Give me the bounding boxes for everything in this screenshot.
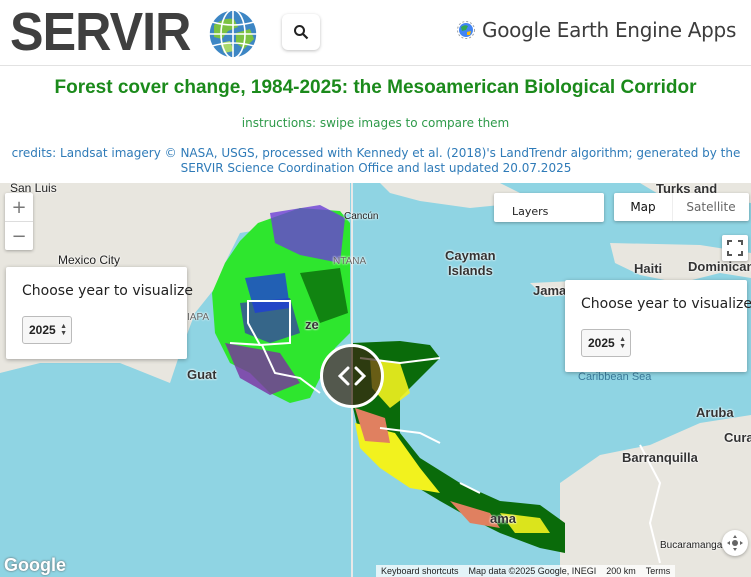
google-logo: Google: [4, 555, 66, 575]
layers-dropdown[interactable]: Layers: [494, 193, 604, 222]
year-value: 2025: [588, 336, 615, 350]
place-label: Jama: [533, 283, 567, 298]
scale-label: 200 km: [606, 566, 636, 576]
left-year-select[interactable]: 2025 ▲ ▼: [22, 316, 72, 344]
year-label: Choose year to visualize: [581, 296, 751, 312]
place-label: IAPA: [187, 312, 210, 323]
map-type-control: Map Satellite: [614, 193, 749, 221]
map-camera-control[interactable]: [722, 530, 748, 556]
map-view[interactable]: San Luis Mexico City Cancún Cayman Islan…: [0, 183, 751, 577]
swipe-handle[interactable]: [320, 344, 384, 408]
place-label: Islands: [448, 263, 493, 278]
place-label: Aruba: [696, 405, 734, 420]
map-data-text: Map data ©2025 Google, INEGI: [468, 566, 597, 576]
right-year-select[interactable]: 2025 ▲ ▼: [581, 329, 631, 357]
brand-name: Google Earth Engine Apps: [482, 18, 737, 42]
year-value: 2025: [29, 323, 56, 337]
camera-control-icon: [727, 535, 743, 551]
fullscreen-button[interactable]: [722, 235, 748, 261]
place-label: Guat: [187, 367, 217, 382]
fullscreen-icon: [727, 240, 743, 256]
zoom-control: + −: [5, 193, 33, 250]
globe-icon: [208, 9, 258, 59]
map-type-satellite-button[interactable]: Satellite: [672, 193, 749, 221]
gee-brand[interactable]: Google Earth Engine Apps: [456, 18, 736, 42]
place-label: Cancún: [344, 211, 379, 222]
place-label: Dominican: [688, 259, 751, 274]
spinner-icon: ▲ ▼: [60, 323, 67, 337]
search-icon: [294, 25, 309, 40]
swipe-arrows-icon: [337, 366, 367, 386]
credits-text: credits: Landsat imagery © NASA, USGS, p…: [11, 146, 741, 175]
map-type-map-button[interactable]: Map: [614, 193, 672, 221]
place-label: Cayman: [445, 248, 496, 263]
search-button[interactable]: [282, 14, 320, 50]
servir-logo-text[interactable]: SERVIR: [10, 2, 191, 62]
place-label: Bucaramanga: [660, 540, 723, 551]
right-year-panel: Choose year to visualize 2025 ▲ ▼: [565, 280, 751, 372]
year-label: Choose year to visualize: [22, 283, 193, 299]
place-label: ze: [305, 317, 319, 332]
keyboard-shortcuts-link[interactable]: Keyboard shortcuts: [376, 565, 464, 577]
place-label: NTANA: [333, 256, 367, 267]
place-label: ama: [490, 511, 517, 526]
place-label: Cura: [724, 430, 751, 445]
place-label: Haiti: [634, 261, 663, 276]
sea-label: Caribbean Sea: [578, 371, 652, 383]
zoom-in-button[interactable]: +: [5, 193, 33, 221]
map-attribution: Keyboard shortcuts Map data ©2025 Google…: [376, 565, 676, 577]
page-title: Forest cover change, 1984-2025: the Meso…: [54, 77, 697, 98]
left-year-panel: Choose year to visualize 2025 ▲ ▼: [6, 267, 193, 359]
spinner-icon: ▲ ▼: [619, 336, 626, 350]
place-label: Mexico City: [58, 253, 121, 267]
terms-link[interactable]: Terms: [641, 565, 676, 577]
instructions-text: instructions: swipe images to compare th…: [241, 116, 510, 130]
app-header: SERVIR Google Earth Engine Apps: [0, 0, 751, 66]
place-label: Barranquilla: [622, 450, 698, 465]
zoom-out-button[interactable]: −: [5, 222, 33, 250]
earth-engine-icon: [457, 21, 475, 39]
